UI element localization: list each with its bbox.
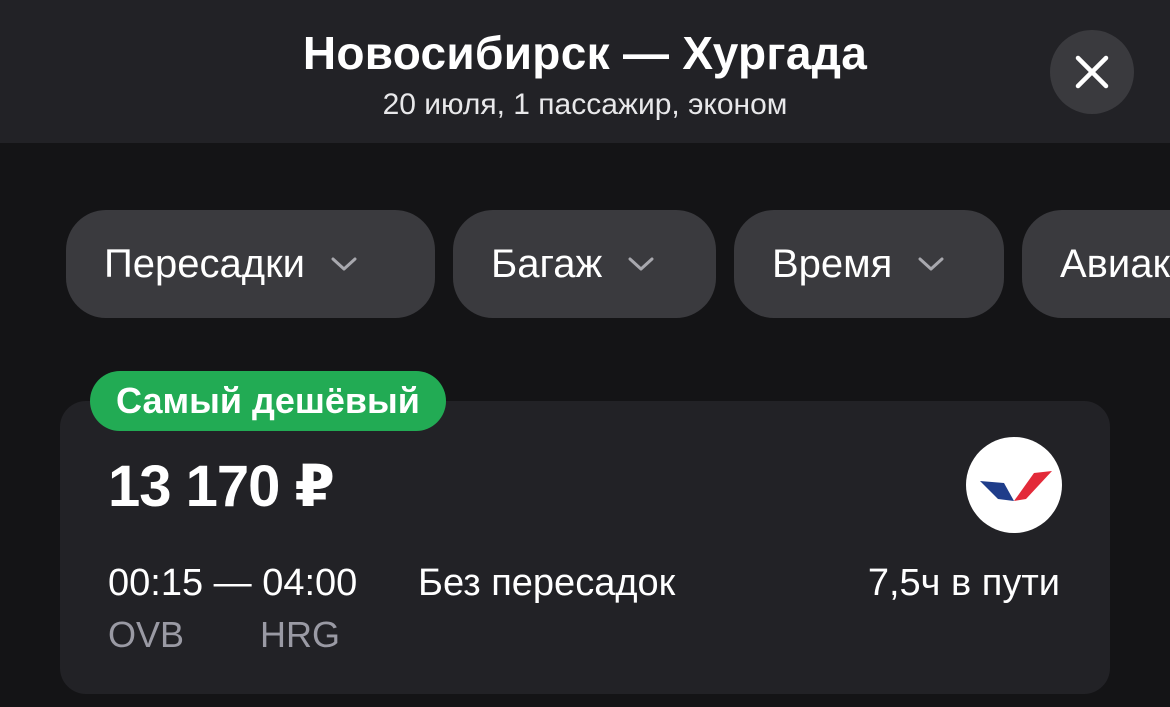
header: Новосибирск — Хургада 20 июля, 1 пассажи… <box>0 0 1170 143</box>
destination-airport-code: HRG <box>260 614 340 655</box>
filter-airlines[interactable]: Авиак <box>1022 210 1170 318</box>
origin-airport-code: OVB <box>108 614 185 655</box>
filter-baggage-label: Багаж <box>491 241 603 286</box>
airline-logo <box>966 437 1062 533</box>
filter-airlines-label: Авиак <box>1060 241 1170 286</box>
filter-bar: Пересадки Багаж Время Авиак <box>0 210 1170 318</box>
flight-price: 13 170 ₽ <box>108 454 335 519</box>
filter-time-label: Время <box>772 241 893 286</box>
airline-logo-icon <box>980 471 1052 501</box>
flight-result-card[interactable] <box>60 401 1110 694</box>
stops-info: Без пересадок <box>418 562 676 604</box>
flight-times: 00:15 — 04:00 <box>108 562 358 604</box>
filter-time[interactable]: Время <box>734 210 1004 318</box>
search-results-screen: Новосибирск — Хургада 20 июля, 1 пассажи… <box>0 0 1170 707</box>
close-button[interactable] <box>1050 30 1134 114</box>
chevron-down-icon <box>331 256 357 272</box>
chevron-down-icon <box>918 256 944 272</box>
filter-transfers[interactable]: Пересадки <box>66 210 435 318</box>
close-icon <box>1075 55 1109 89</box>
chevron-down-icon <box>628 256 654 272</box>
filter-baggage[interactable]: Багаж <box>453 210 716 318</box>
route-title: Новосибирск — Хургада <box>302 27 868 79</box>
filter-transfers-label: Пересадки <box>104 241 305 286</box>
flight-duration: 7,5ч в пути <box>867 562 1060 604</box>
search-params-subtitle: 20 июля, 1 пассажир, эконом <box>382 88 788 121</box>
cheapest-badge: Самый дешёвый <box>90 371 446 431</box>
